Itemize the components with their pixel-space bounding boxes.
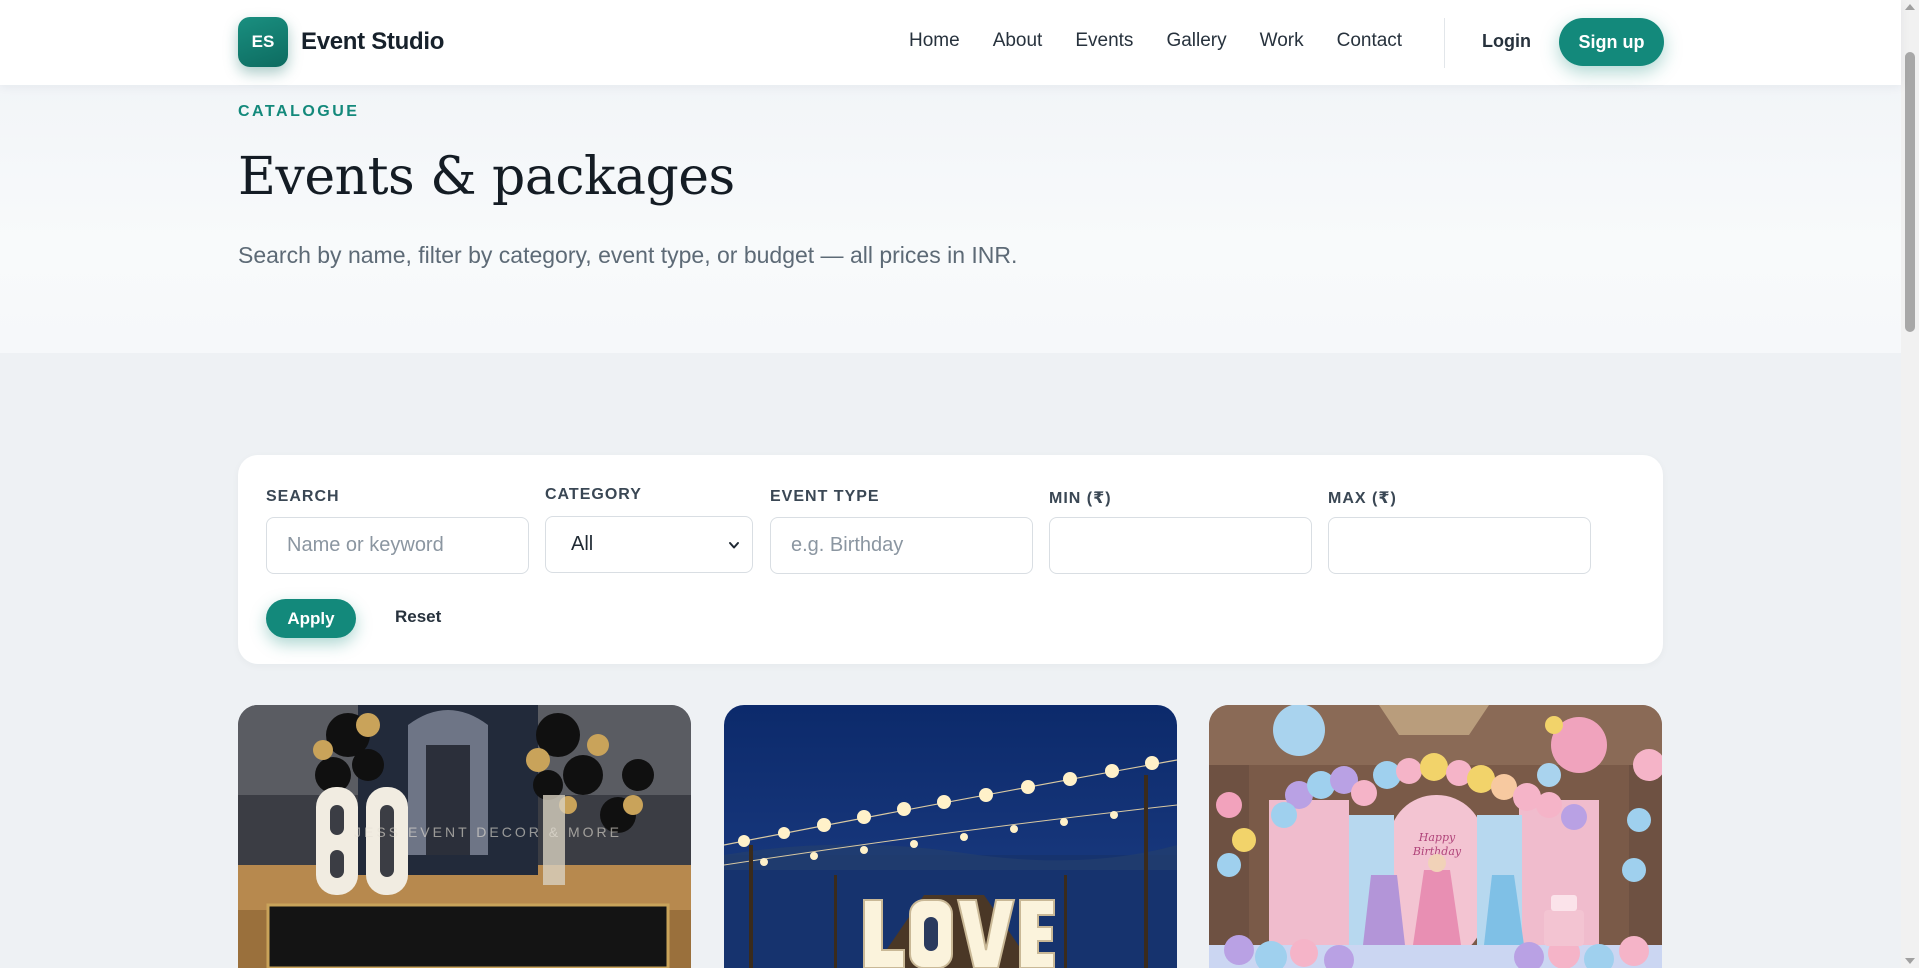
login-link[interactable]: Login xyxy=(1482,31,1531,52)
brand-logo[interactable]: ES Event Studio xyxy=(238,17,444,67)
event-card-image: JESS EVENT DECOR & MORE xyxy=(238,705,691,968)
main-nav: Home About Events Gallery Work Contact xyxy=(909,30,1435,52)
site-header: ES Event Studio Home About Events Galler… xyxy=(0,0,1901,85)
sign-text-line1: Happy xyxy=(1418,831,1456,844)
event-card-image: Happy Birthday xyxy=(1209,705,1662,968)
hero-eyebrow: CATALOGUE xyxy=(238,103,360,120)
nav-home[interactable]: Home xyxy=(909,30,960,52)
nav-divider xyxy=(1444,18,1445,68)
scroll-thumb[interactable] xyxy=(1905,52,1915,332)
hero-section: CATALOGUE Events & packages Search by na… xyxy=(0,85,1901,353)
hero-subtitle: Search by name, filter by category, even… xyxy=(238,242,1018,268)
scroll-up-arrow-icon[interactable] xyxy=(1905,4,1915,10)
search-label: SEARCH xyxy=(266,488,340,505)
nav-gallery[interactable]: Gallery xyxy=(1166,30,1226,52)
reset-button[interactable]: Reset xyxy=(395,607,441,627)
search-input[interactable] xyxy=(266,517,529,574)
page-scrollbar[interactable] xyxy=(1901,0,1919,968)
event-card-60th[interactable]: JESS EVENT DECOR & MORE xyxy=(238,705,691,968)
min-price-label: MIN (₹) xyxy=(1049,490,1112,507)
max-price-label: MAX (₹) xyxy=(1328,490,1397,507)
nav-contact[interactable]: Contact xyxy=(1337,30,1402,52)
brand-badge: ES xyxy=(238,17,288,67)
category-select-value: All xyxy=(571,533,594,555)
event-card-image xyxy=(724,705,1177,968)
max-price-input[interactable] xyxy=(1328,517,1591,574)
signup-button[interactable]: Sign up xyxy=(1559,18,1664,66)
category-select[interactable]: All xyxy=(545,516,753,573)
brand-name: Event Studio xyxy=(301,28,445,55)
scroll-down-arrow-icon[interactable] xyxy=(1905,958,1915,964)
chevron-down-icon xyxy=(729,541,739,548)
event-type-input[interactable] xyxy=(770,517,1033,574)
nav-work[interactable]: Work xyxy=(1260,30,1304,52)
watermark-text: JESS EVENT DECOR & MORE xyxy=(354,824,622,840)
page-title: Events & packages xyxy=(238,147,735,207)
filter-panel: SEARCH CATEGORY All EVENT TYPE MIN (₹) M… xyxy=(238,455,1663,664)
nav-about[interactable]: About xyxy=(993,30,1043,52)
event-card-princess[interactable]: Happy Birthday xyxy=(1209,705,1662,968)
apply-button[interactable]: Apply xyxy=(266,599,356,638)
event-card-love[interactable] xyxy=(724,705,1177,968)
category-label: CATEGORY xyxy=(545,486,642,503)
event-type-label: EVENT TYPE xyxy=(770,488,880,505)
nav-events[interactable]: Events xyxy=(1075,30,1133,52)
min-price-input[interactable] xyxy=(1049,517,1312,574)
